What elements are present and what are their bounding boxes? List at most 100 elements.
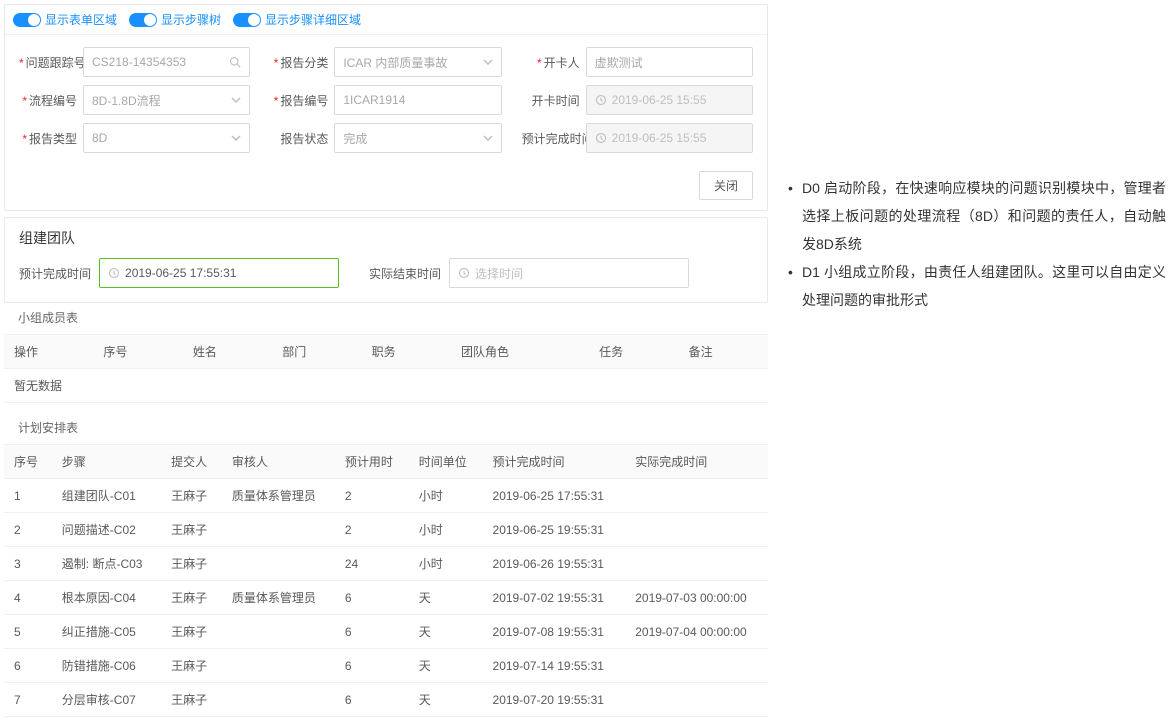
table-cell: 根本原因-C04 [52,581,161,615]
switch-icon [233,13,261,27]
input-value: 8D-1.8D流程 [92,92,161,109]
input-value: ICAR 内部质量事故 [343,54,447,71]
table-header: 部门 [272,335,361,369]
side-notes: D0 启动阶段，在快速响应模块的问题识别模块中，管理者选择上板问题的处理流程（8… [788,174,1166,314]
table-cell: 2019-06-26 19:55:31 [483,547,626,581]
table-row[interactable]: 1组建团队-C01王麻子质量体系管理员2小时2019-06-25 17:55:3… [4,479,768,513]
table-row[interactable]: 5纠正措施-C05王麻子6天2019-07-08 19:55:312019-07… [4,615,768,649]
table-cell: 1 [4,479,52,513]
select-report-type[interactable]: 8D [83,123,250,153]
table-row[interactable]: 2问题描述-C02王麻子2小时2019-06-25 19:55:31 [4,513,768,547]
table-cell [222,683,335,717]
table-header: 团队角色 [451,335,589,369]
input-value: 1ICAR1914 [343,93,405,107]
chevron-down-icon [483,135,493,141]
table-cell: 小时 [409,513,483,547]
table-cell: 6 [335,683,409,717]
input-opener[interactable]: 虚欺测试 [586,47,753,77]
input-value: 2019-06-25 15:55 [612,93,707,107]
input-plan-complete-time-team[interactable]: 2019-06-25 17:55:31 [99,258,339,288]
table-cell: 小时 [409,479,483,513]
select-process-no[interactable]: 8D-1.8D流程 [83,85,250,115]
toggle-show-form[interactable]: 显示表单区域 [13,11,117,28]
table-cell [625,547,768,581]
table-cell: 纠正措施-C05 [52,615,161,649]
table-cell: 2 [335,513,409,547]
input-value: 8D [92,131,107,145]
table-cell [625,479,768,513]
input-value: CS218-14354353 [92,55,186,69]
toggle-label: 显示步骤树 [161,11,221,28]
table-cell: 2019-06-25 17:55:31 [483,479,626,513]
table-cell: 质量体系管理员 [222,581,335,615]
team-panel: 组建团队 预计完成时间 2019-06-25 17:55:31 实际结束时间 选… [4,217,768,303]
plan-table: 序号步骤提交人审核人预计用时时间单位预计完成时间实际完成时间 1组建团队-C01… [4,444,768,717]
label-problem-tracking-no: 问题跟踪号 [26,56,86,70]
table-cell: 2019-07-02 19:55:31 [483,581,626,615]
table-header: 预计完成时间 [483,445,626,479]
table-cell: 王麻子 [161,683,222,717]
table-cell: 6 [335,649,409,683]
table-cell [625,649,768,683]
table-cell: 组建团队-C01 [52,479,161,513]
table-cell [222,615,335,649]
label-report-status: 报告状态 [280,132,328,146]
input-problem-tracking-no[interactable]: CS218-14354353 [83,47,250,77]
table-cell: 防错措施-C06 [52,649,161,683]
table-cell: 2019-07-08 19:55:31 [483,615,626,649]
note-item: D0 启动阶段，在快速响应模块的问题识别模块中，管理者选择上板问题的处理流程（8… [788,174,1166,258]
table-cell: 天 [409,683,483,717]
table-header: 序号 [4,445,52,479]
chevron-down-icon [231,97,241,103]
plan-complete-label: 预计完成时间 [19,265,91,282]
table-cell: 王麻子 [161,547,222,581]
table-row[interactable]: 7分层审核-C07王麻子6天2019-07-20 19:55:31 [4,683,768,717]
table-empty: 暂无数据 [4,369,768,403]
table-cell: 王麻子 [161,479,222,513]
table-cell: 问题描述-C02 [52,513,161,547]
table-cell: 2019-07-20 19:55:31 [483,683,626,717]
table-cell: 2019-07-04 00:00:00 [625,615,768,649]
table-cell [222,513,335,547]
table-cell: 2019-06-25 19:55:31 [483,513,626,547]
table-header: 序号 [93,335,182,369]
plan-title: 计划安排表 [4,403,768,444]
input-actual-end-time[interactable]: 选择时间 [449,258,689,288]
input-report-no[interactable]: 1ICAR1914 [334,85,501,115]
table-cell: 小时 [409,547,483,581]
chevron-down-icon [231,135,241,141]
table-header: 提交人 [161,445,222,479]
table-cell: 王麻子 [161,581,222,615]
table-cell: 7 [4,683,52,717]
table-cell: 天 [409,581,483,615]
toggle-show-steps[interactable]: 显示步骤树 [129,11,221,28]
members-title: 小组成员表 [4,309,768,334]
toggle-show-step-detail[interactable]: 显示步骤详细区域 [233,11,361,28]
table-cell: 2019-07-14 19:55:31 [483,649,626,683]
table-cell [625,513,768,547]
input-placeholder: 选择时间 [475,265,523,282]
label-report-category: 报告分类 [280,56,328,70]
clock-icon [108,267,120,279]
note-item: D1 小组成立阶段，由责任人组建团队。这里可以自由定义处理问题的审批形式 [788,258,1166,314]
table-cell: 2019-07-03 00:00:00 [625,581,768,615]
table-row[interactable]: 6防错措施-C06王麻子6天2019-07-14 19:55:31 [4,649,768,683]
table-row[interactable]: 3遏制: 断点-C03王麻子24小时2019-06-26 19:55:31 [4,547,768,581]
clock-icon [595,132,607,144]
table-cell: 王麻子 [161,649,222,683]
select-report-category[interactable]: ICAR 内部质量事故 [334,47,501,77]
table-header: 审核人 [222,445,335,479]
toggle-label: 显示步骤详细区域 [265,11,361,28]
input-value: 2019-06-25 17:55:31 [125,266,236,280]
table-cell: 3 [4,547,52,581]
table-cell: 6 [335,581,409,615]
table-header: 姓名 [183,335,272,369]
table-cell: 2 [335,479,409,513]
close-button[interactable]: 关闭 [699,171,753,200]
select-report-status[interactable]: 完成 [334,123,501,153]
clock-icon [458,267,470,279]
table-header: 操作 [4,335,93,369]
table-row[interactable]: 4根本原因-C04王麻子质量体系管理员6天2019-07-02 19:55:31… [4,581,768,615]
label-process-no: 流程编号 [29,94,77,108]
members-table: 操作序号姓名部门职务团队角色任务备注 暂无数据 [4,334,768,403]
